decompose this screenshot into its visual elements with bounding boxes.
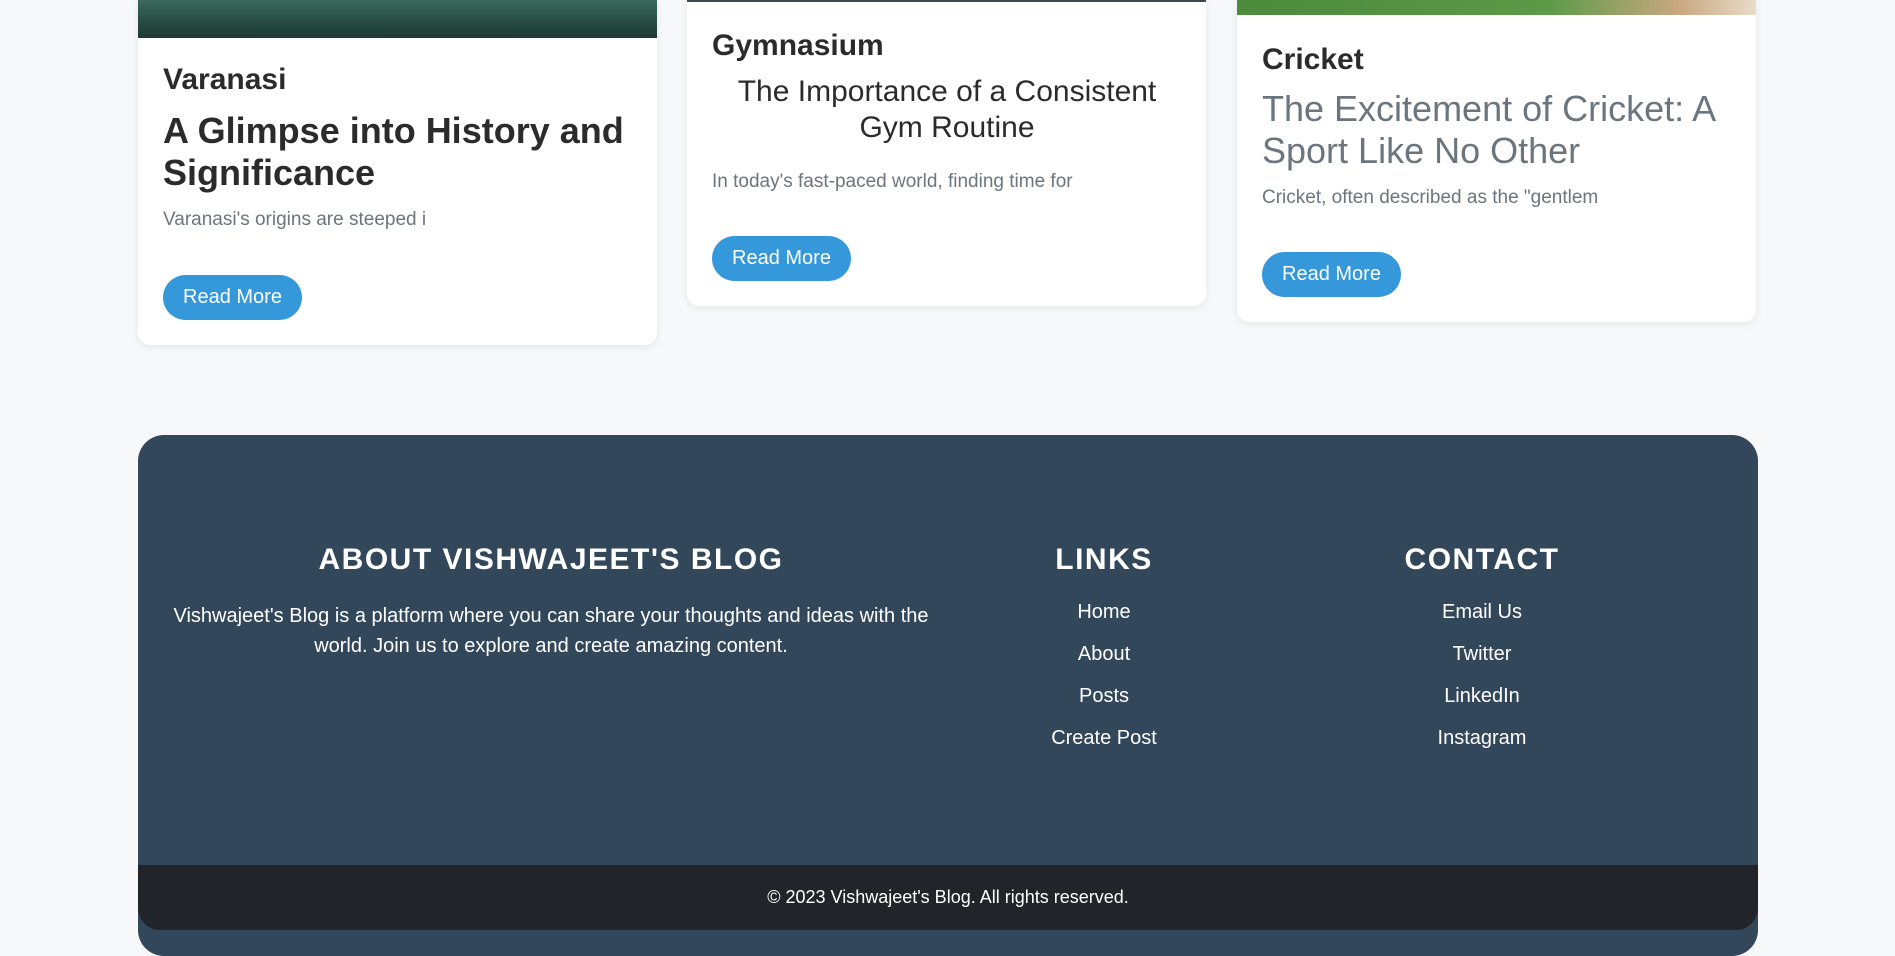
footer-about-heading: ABOUT VISHWAJEET'S BLOG xyxy=(318,543,784,576)
blog-card: Varanasi A Glimpse into History and Sign… xyxy=(138,0,657,345)
footer-link-about[interactable]: About xyxy=(1078,643,1130,665)
footer-contact-list: Email Us Twitter LinkedIn Instagram xyxy=(1382,601,1582,750)
card-excerpt: Cricket, often described as the "gentlem xyxy=(1262,187,1599,208)
read-more-button[interactable]: Read More xyxy=(712,236,851,281)
footer-contact-email[interactable]: Email Us xyxy=(1442,601,1522,623)
copyright-text: © 2023 Vishwajeet's Blog. All rights res… xyxy=(767,887,1129,907)
card-category: Gymnasium xyxy=(712,29,884,62)
card-excerpt: In today's fast-paced world, finding tim… xyxy=(712,171,1073,192)
blog-card: Gymnasium The Importance of a Consistent… xyxy=(687,0,1206,306)
footer-about-section: ABOUT VISHWAJEET'S BLOG Vishwajeet's Blo… xyxy=(138,543,964,661)
footer-links-section: LINKS Home About Posts Create Post xyxy=(1004,543,1204,769)
read-more-button[interactable]: Read More xyxy=(163,275,302,320)
card-category: Cricket xyxy=(1262,43,1364,76)
footer-copyright-bar: © 2023 Vishwajeet's Blog. All rights res… xyxy=(138,865,1758,930)
footer-links-list: Home About Posts Create Post xyxy=(1004,601,1204,750)
card-image xyxy=(138,0,657,38)
card-image xyxy=(687,0,1206,2)
card-title: The Importance of a Consistent Gym Routi… xyxy=(737,75,1157,144)
footer-link-create-post[interactable]: Create Post xyxy=(1051,727,1157,749)
footer-contact-linkedin[interactable]: LinkedIn xyxy=(1444,685,1520,707)
blog-card: Cricket The Excitement of Cricket: A Spo… xyxy=(1237,0,1756,322)
read-more-button[interactable]: Read More xyxy=(1262,252,1401,297)
footer-contact-heading: CONTACT xyxy=(1404,543,1560,576)
site-footer: ABOUT VISHWAJEET'S BLOG Vishwajeet's Blo… xyxy=(138,435,1758,956)
footer-link-posts[interactable]: Posts xyxy=(1079,685,1129,707)
blog-cards-section: Varanasi A Glimpse into History and Sign… xyxy=(0,0,1895,360)
card-category: Varanasi xyxy=(163,63,287,96)
footer-contact-section: CONTACT Email Us Twitter LinkedIn Instag… xyxy=(1382,543,1582,769)
card-excerpt: Varanasi's origins are steeped i xyxy=(163,209,427,230)
footer-contact-instagram[interactable]: Instagram xyxy=(1438,727,1527,749)
footer-contact-twitter[interactable]: Twitter xyxy=(1453,643,1512,665)
footer-links-heading: LINKS xyxy=(1055,543,1153,576)
card-title: The Excitement of Cricket: A Sport Like … xyxy=(1262,88,1715,171)
footer-link-home[interactable]: Home xyxy=(1077,601,1130,623)
card-title: A Glimpse into History and Significance xyxy=(163,110,624,193)
card-image xyxy=(1237,0,1756,15)
footer-about-text: Vishwajeet's Blog is a platform where yo… xyxy=(173,605,929,657)
